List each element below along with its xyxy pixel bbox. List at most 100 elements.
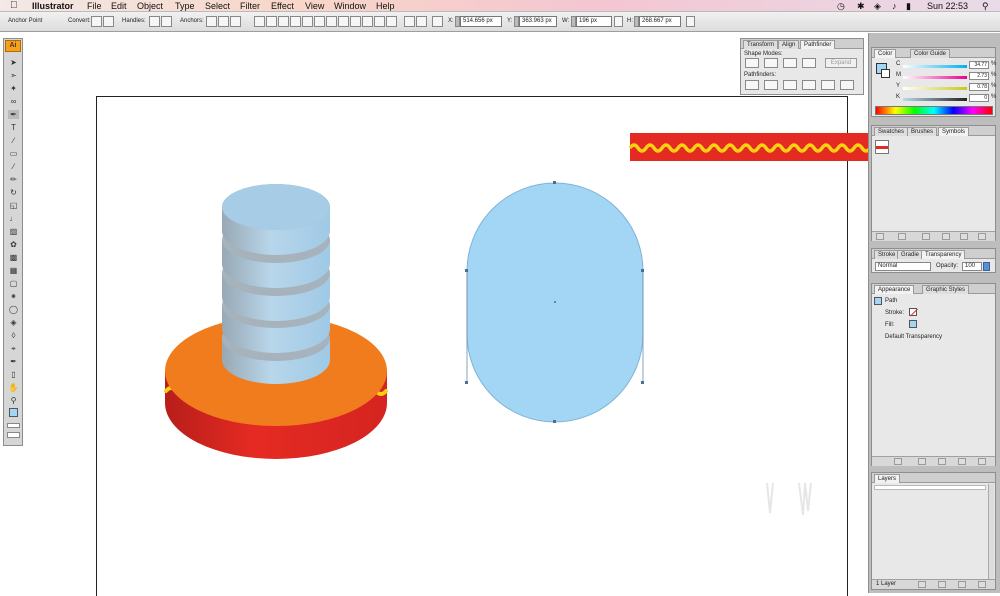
menu-view[interactable]: View — [305, 0, 324, 12]
warp-tool-icon[interactable]: ♩ — [8, 214, 19, 223]
menu-select[interactable]: Select — [205, 0, 230, 12]
w-field[interactable]: 196 px — [576, 16, 612, 27]
menu-window[interactable]: Window — [334, 0, 366, 12]
app-menu[interactable]: Illustrator — [32, 0, 74, 12]
align-left-button[interactable] — [254, 16, 265, 27]
align-top-button[interactable] — [290, 16, 301, 27]
align-vcenter-button[interactable] — [302, 16, 313, 27]
gradient-tool-icon[interactable]: ▢ — [8, 279, 19, 288]
align-right-button[interactable] — [278, 16, 289, 27]
lasso-tool-icon[interactable]: ∞ — [8, 97, 19, 106]
selection-tool-icon[interactable]: ➤ — [8, 58, 19, 67]
tab-symbols[interactable]: Symbols — [938, 127, 970, 136]
pen-tool-icon[interactable]: ✒ — [8, 110, 19, 119]
delete-layer-icon[interactable] — [978, 581, 986, 588]
distribute-top-button[interactable] — [326, 16, 337, 27]
live-paint-selection-tool-icon[interactable]: ◊ — [8, 331, 19, 340]
symbol-options-icon[interactable] — [942, 233, 950, 240]
k-slider[interactable] — [903, 98, 967, 101]
y-value[interactable]: 0.78 — [969, 83, 989, 91]
magic-wand-tool-icon[interactable]: ✦ — [8, 84, 19, 93]
hide-handles-button[interactable] — [161, 16, 172, 27]
stroke-none-swatch[interactable] — [909, 308, 918, 317]
tab-swatches[interactable]: Swatches — [874, 127, 909, 136]
symbol-thumbnail[interactable] — [875, 140, 889, 154]
align-bottom-button[interactable] — [314, 16, 325, 27]
tab-stroke[interactable]: Stroke — [874, 250, 900, 259]
wave-pattern-strip[interactable] — [628, 133, 868, 161]
line-tool-icon[interactable]: ∕ — [8, 136, 19, 145]
distribute-left-button[interactable] — [362, 16, 373, 27]
eraser-tool-icon[interactable]: ▯ — [8, 370, 19, 379]
column-graph-tool-icon[interactable]: ▩ — [8, 253, 19, 262]
zoom-tool-icon[interactable]: ⚲ — [8, 396, 19, 405]
m-slider[interactable] — [903, 76, 967, 79]
battery-icon[interactable]: ▮ — [906, 0, 911, 12]
tab-transparency[interactable]: Transparency — [921, 250, 966, 259]
minus-front-button[interactable] — [764, 58, 778, 68]
distribute-hcenter-button[interactable] — [374, 16, 385, 27]
clear-appearance-icon[interactable] — [918, 458, 926, 465]
outline-button[interactable] — [821, 80, 835, 90]
y-field[interactable]: 363.963 px — [519, 16, 557, 27]
screen-mode-button[interactable] — [7, 432, 20, 438]
tab-align[interactable]: Align — [778, 40, 800, 49]
stacked-cylinder[interactable] — [222, 184, 330, 384]
mesh-tool-icon[interactable]: ▦ — [8, 266, 19, 275]
delete-symbol-icon[interactable] — [978, 233, 986, 240]
menu-file[interactable]: File — [87, 0, 102, 12]
layers-scrollbar[interactable] — [988, 484, 994, 588]
volume-icon[interactable]: ♪ — [892, 0, 897, 12]
live-paint-bucket-tool-icon[interactable]: ◈ — [8, 318, 19, 327]
menu-object[interactable]: Object — [137, 0, 163, 12]
selected-pill-path[interactable] — [465, 181, 644, 423]
menu-edit[interactable]: Edit — [111, 0, 127, 12]
make-clipping-mask-icon[interactable] — [938, 581, 946, 588]
crop-button[interactable] — [802, 80, 816, 90]
tab-layers[interactable]: Layers — [874, 474, 901, 483]
fill-attribute-label[interactable]: Fill: — [885, 322, 894, 328]
apple-menu-icon[interactable]:  — [10, 0, 18, 12]
menu-filter[interactable]: Filter — [240, 0, 260, 12]
tab-transform[interactable]: Transform — [743, 40, 779, 49]
m-value[interactable]: 2.73 — [969, 72, 989, 80]
k-value[interactable]: 0 — [969, 94, 989, 102]
distribute-bottom-button[interactable] — [350, 16, 361, 27]
direct-selection-tool-icon[interactable]: ➣ — [8, 71, 19, 80]
unite-button[interactable] — [745, 58, 759, 68]
tab-pathfinder[interactable]: Pathfinder — [800, 40, 836, 49]
expand-button[interactable]: Expand — [825, 58, 857, 68]
convert-to-corner-button[interactable] — [91, 16, 102, 27]
h-field[interactable]: 268.667 px — [639, 16, 681, 27]
break-link-icon[interactable] — [922, 233, 930, 240]
paintbrush-tool-icon[interactable]: ∕ — [8, 162, 19, 171]
add-effect-icon[interactable] — [894, 458, 902, 465]
show-handles-button[interactable] — [149, 16, 160, 27]
canvas-area[interactable] — [0, 33, 868, 596]
color-mode-buttons[interactable] — [7, 423, 20, 428]
menu-clock[interactable]: Sun 22:53 — [927, 0, 968, 12]
menu-help[interactable]: Help — [376, 0, 395, 12]
eyedropper-tool-icon[interactable]: ⁕ — [8, 292, 19, 301]
default-transparency-label[interactable]: Default Transparency — [885, 334, 942, 340]
c-value[interactable]: 34.77 — [969, 61, 989, 69]
connect-endpoints-button[interactable] — [218, 16, 229, 27]
isolate-group-button[interactable] — [404, 16, 415, 27]
menu-type[interactable]: Type — [175, 0, 195, 12]
place-symbol-icon[interactable] — [898, 233, 906, 240]
spotlight-icon[interactable]: ⚲ — [982, 0, 989, 12]
free-transform-tool-icon[interactable]: ▨ — [8, 227, 19, 236]
fill-swatch[interactable] — [9, 408, 18, 417]
trim-button[interactable] — [764, 80, 778, 90]
reduce-to-basic-icon[interactable] — [938, 458, 946, 465]
c-slider[interactable] — [903, 65, 967, 68]
intersect-button[interactable] — [783, 58, 797, 68]
tab-color[interactable]: Color — [874, 49, 897, 58]
opacity-dropdown-button[interactable] — [983, 262, 990, 271]
distribute-vcenter-button[interactable] — [338, 16, 349, 27]
new-layer-icon[interactable] — [958, 581, 966, 588]
color-stroke-swatch[interactable] — [881, 69, 890, 78]
time-machine-icon[interactable]: ◷ — [837, 0, 845, 12]
opacity-field[interactable]: 100 — [962, 262, 982, 271]
tab-graphic-styles[interactable]: Graphic Styles — [922, 285, 970, 294]
